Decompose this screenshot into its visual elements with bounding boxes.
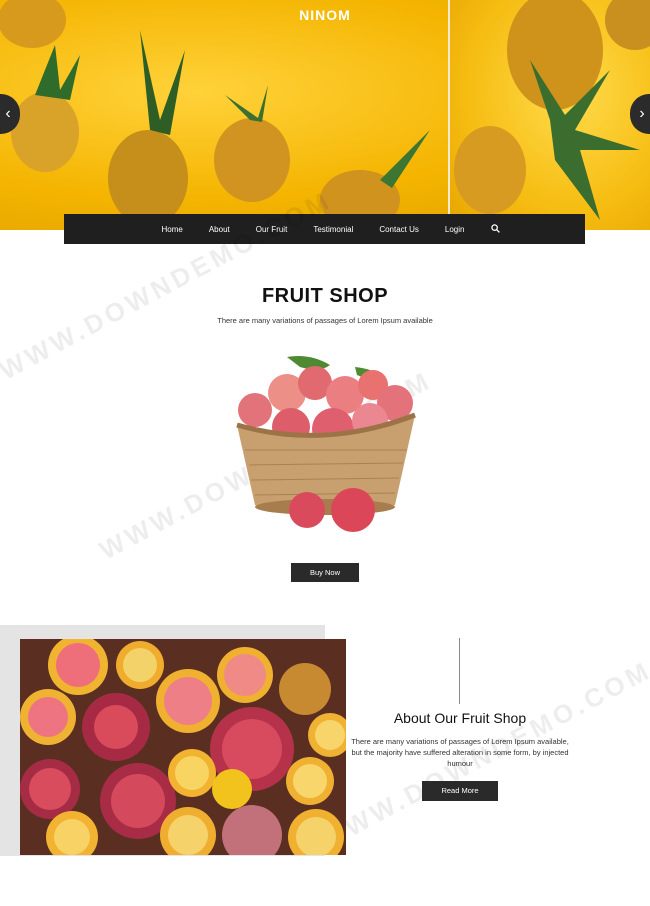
- nav-login[interactable]: Login: [445, 225, 465, 234]
- nav-testimonial[interactable]: Testimonial: [313, 225, 353, 234]
- apple-basket-image: [236, 356, 416, 532]
- buy-now-button[interactable]: Buy Now: [291, 563, 359, 582]
- citrus-pomegranate-image: [20, 639, 346, 855]
- nav-about[interactable]: About: [209, 225, 230, 234]
- section-subtitle: There are many variations of passages of…: [217, 316, 433, 325]
- nav-contact-us[interactable]: Contact Us: [379, 225, 419, 234]
- nav-home[interactable]: Home: [162, 225, 183, 234]
- read-more-button[interactable]: Read More: [422, 781, 498, 801]
- brand-logo[interactable]: NINOM: [0, 7, 650, 23]
- search-icon[interactable]: [491, 223, 501, 235]
- about-text: There are many variations of passages of…: [351, 737, 569, 768]
- divider-line: [459, 638, 460, 704]
- hero-slide-next: [448, 0, 650, 230]
- section-title: FRUIT SHOP: [261, 285, 389, 307]
- about-title: About Our Fruit Shop: [393, 710, 527, 726]
